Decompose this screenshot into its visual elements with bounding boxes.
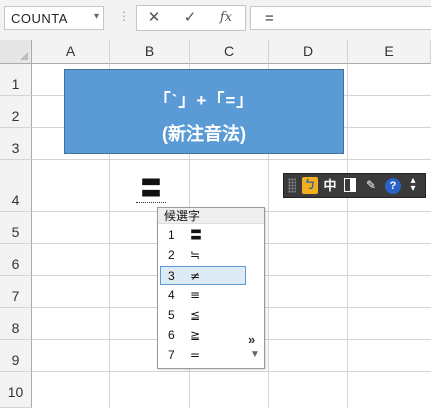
row-header-5[interactable]: 5 bbox=[0, 212, 32, 244]
ime-logo-icon[interactable]: ㄅ bbox=[302, 177, 318, 194]
column-header-e[interactable]: E bbox=[348, 40, 431, 64]
next-page-icon[interactable]: » bbox=[248, 332, 255, 347]
title-shape[interactable]: 「`」+「=」 (新注音法) bbox=[64, 69, 344, 154]
candidate-number: 4 bbox=[168, 288, 175, 302]
shape-line-method: (新注音法) bbox=[162, 124, 246, 144]
gridline bbox=[32, 371, 431, 372]
candidate-item[interactable]: 7 = bbox=[160, 346, 246, 365]
row-header-4[interactable]: 4 bbox=[0, 160, 32, 212]
formula-bar: COUNTA ▾ ⋮ ✕ ✓ fx = bbox=[0, 0, 431, 41]
ime-pad-icon[interactable]: ✎ bbox=[362, 177, 380, 194]
grip-handle-icon[interactable] bbox=[288, 178, 296, 193]
candidate-item[interactable]: 6 ≧ bbox=[160, 326, 246, 345]
drag-handle-icon[interactable]: ⋮ bbox=[118, 9, 130, 23]
candidate-item[interactable]: 4 ≡ bbox=[160, 286, 246, 305]
candidate-number: 3 bbox=[168, 269, 175, 283]
ime-toolbar: ㄅ 中 ✎ ? ▴ ▾ bbox=[283, 173, 426, 198]
row-header-3[interactable]: 3 bbox=[0, 128, 32, 160]
candidate-symbol: = bbox=[190, 348, 201, 362]
composition-char: 〓 bbox=[139, 177, 162, 202]
candidate-title: 候選字 bbox=[158, 208, 264, 224]
formula-text: = bbox=[265, 10, 274, 27]
expand-down-icon[interactable]: ▼ bbox=[250, 349, 260, 360]
candidate-item[interactable]: 5 ≦ bbox=[160, 306, 246, 325]
candidate-symbol: ≧ bbox=[190, 328, 201, 342]
column-header-d[interactable]: D bbox=[269, 40, 348, 64]
candidate-symbol: ≠ bbox=[190, 269, 201, 283]
gridline bbox=[32, 159, 431, 160]
formula-input[interactable]: = bbox=[250, 6, 431, 30]
row-header-1[interactable]: 1 bbox=[0, 64, 32, 96]
candidate-number: 1 bbox=[168, 228, 175, 242]
select-all-button[interactable] bbox=[0, 40, 32, 64]
half-width-icon[interactable] bbox=[342, 177, 358, 194]
candidate-symbol: 〓 bbox=[190, 228, 203, 242]
candidate-item[interactable]: 1 〓 bbox=[160, 226, 246, 245]
row-header-7[interactable]: 7 bbox=[0, 276, 32, 308]
row-header-10[interactable]: 10 bbox=[0, 372, 32, 408]
shape-line-keys: 「`」+「=」 bbox=[153, 91, 255, 110]
row-header-2[interactable]: 2 bbox=[0, 96, 32, 128]
composition-underline bbox=[136, 202, 166, 203]
candidate-item[interactable]: 2 ≒ bbox=[160, 246, 246, 265]
column-header-b[interactable]: B bbox=[110, 40, 190, 64]
column-header-a[interactable]: A bbox=[32, 40, 110, 64]
candidate-number: 7 bbox=[168, 348, 175, 362]
candidate-item-selected[interactable]: 3 ≠ bbox=[160, 266, 246, 285]
chinese-mode-button[interactable]: 中 bbox=[322, 177, 338, 194]
candidate-number: 2 bbox=[168, 248, 175, 262]
column-header-c[interactable]: C bbox=[190, 40, 269, 64]
candidate-symbol: ≒ bbox=[190, 248, 201, 262]
enter-icon[interactable]: ✓ bbox=[174, 6, 206, 30]
row-header-6[interactable]: 6 bbox=[0, 244, 32, 276]
name-box[interactable]: COUNTA ▾ bbox=[4, 6, 104, 30]
ime-composition: 〓 bbox=[136, 178, 166, 204]
name-box-value: COUNTA bbox=[11, 11, 68, 26]
candidate-number: 6 bbox=[168, 328, 175, 342]
help-icon[interactable]: ? bbox=[385, 178, 401, 194]
candidate-window: 候選字 1 〓 2 ≒ 3 ≠ 4 ≡ 5 ≦ 6 ≧ 7 = » ▼ bbox=[157, 207, 265, 369]
candidate-symbol: ≡ bbox=[190, 288, 201, 302]
gridline bbox=[347, 64, 348, 408]
row-header-9[interactable]: 9 bbox=[0, 340, 32, 372]
chevron-down-icon[interactable]: ▾ bbox=[94, 11, 99, 22]
row-header-8[interactable]: 8 bbox=[0, 308, 32, 340]
candidate-number: 5 bbox=[168, 308, 175, 322]
candidate-symbol: ≦ bbox=[190, 308, 201, 322]
insert-function-icon[interactable]: fx bbox=[210, 6, 242, 30]
options-menu-icon[interactable]: ▴ ▾ bbox=[406, 176, 420, 194]
cancel-icon[interactable]: ✕ bbox=[138, 6, 170, 30]
